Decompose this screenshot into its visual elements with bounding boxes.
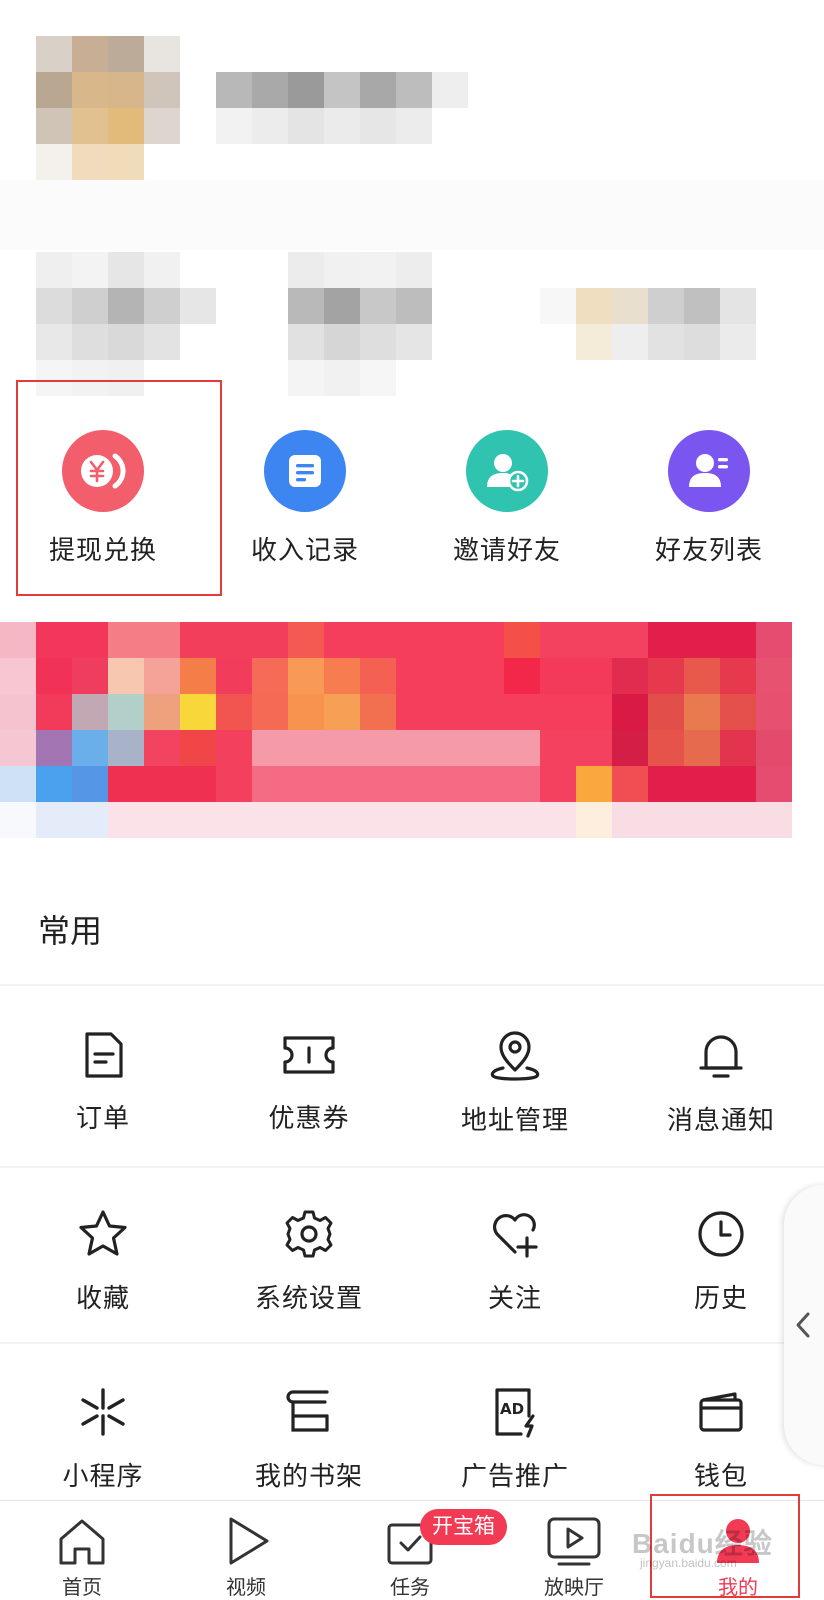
bookshelf-icon [286, 1390, 329, 1432]
user-list-icon [668, 430, 750, 512]
quick-friend-list-label: 好友列表 [654, 535, 763, 565]
grid-item-label: 关注 [487, 1283, 542, 1313]
grid-item-bookshelf[interactable]: 我的书架 [206, 1386, 412, 1493]
quick-friend-list[interactable]: 好友列表 [606, 418, 812, 588]
quick-income-record-label: 收入记录 [250, 535, 359, 565]
grid-item-label: 系统设置 [254, 1283, 363, 1313]
home-icon [59, 1519, 105, 1565]
grid-item-notification[interactable]: 消息通知 [618, 1030, 824, 1137]
gear-icon [285, 1210, 333, 1258]
quick-income-record[interactable]: 收入记录 [202, 418, 408, 588]
grid-item-label: 小程序 [62, 1461, 144, 1491]
nav-home[interactable]: 首页 [0, 1501, 164, 1600]
ad-icon: AD [495, 1388, 535, 1438]
star-icon [79, 1210, 127, 1256]
grid-item-label: 收藏 [75, 1283, 130, 1313]
add-user-icon [466, 430, 548, 512]
grid-item-label: 广告推广 [460, 1461, 569, 1491]
divider [0, 984, 824, 986]
svg-text:AD: AD [500, 1400, 524, 1418]
nav-label: 视频 [226, 1577, 266, 1599]
grid-item-follow[interactable]: 关注 [412, 1208, 618, 1315]
nav-label: 首页 [62, 1577, 102, 1599]
grid-item-ad-promotion[interactable]: AD 广告推广 [412, 1386, 618, 1493]
mini-program-icon [81, 1388, 125, 1436]
profile-header-blurred [0, 0, 824, 410]
grid-item-label: 优惠券 [268, 1103, 350, 1133]
play-icon [229, 1517, 269, 1565]
location-pin-icon [490, 1031, 540, 1081]
grid-item-coupon[interactable]: 优惠券 [206, 1030, 412, 1135]
grid-item-mini-program[interactable]: 小程序 [0, 1386, 206, 1493]
quick-invite-friends[interactable]: 邀请好友 [404, 418, 610, 588]
baidu-watermark-url: jingyan.baidu.com [640, 1556, 737, 1570]
grid-item-label: 钱包 [693, 1461, 748, 1491]
heart-plus-icon [493, 1213, 538, 1258]
quick-invite-friends-label: 邀请好友 [452, 535, 561, 565]
divider [0, 1342, 824, 1344]
grid-item-label: 订单 [75, 1103, 130, 1133]
screen-play-icon [547, 1517, 601, 1566]
grid-item-label: 我的书架 [254, 1461, 363, 1491]
section-title-common: 常用 [38, 913, 103, 949]
grid-item-address[interactable]: 地址管理 [412, 1030, 618, 1137]
nav-label: 任务 [390, 1577, 430, 1599]
side-drawer-handle[interactable] [784, 1185, 824, 1465]
nav-video[interactable]: 视频 [164, 1501, 328, 1600]
document-list-icon [264, 430, 346, 512]
wallet-icon [699, 1392, 743, 1432]
clock-icon [698, 1211, 744, 1257]
nav-label: 放映厅 [544, 1577, 604, 1599]
grid-item-order[interactable]: 订单 [0, 1030, 206, 1135]
order-icon [85, 1032, 123, 1078]
treasure-box-badge[interactable]: 开宝箱 [420, 1509, 507, 1545]
chevron-left-icon [796, 1312, 810, 1338]
highlight-box-withdraw [16, 380, 222, 596]
divider [0, 1166, 824, 1168]
bell-icon [699, 1035, 743, 1078]
promo-banner[interactable] [0, 622, 808, 842]
grid-item-label: 地址管理 [460, 1105, 569, 1135]
coupon-icon [283, 1036, 335, 1074]
grid-item-favorites[interactable]: 收藏 [0, 1208, 206, 1315]
grid-item-settings[interactable]: 系统设置 [206, 1208, 412, 1315]
grid-item-label: 消息通知 [666, 1105, 775, 1135]
